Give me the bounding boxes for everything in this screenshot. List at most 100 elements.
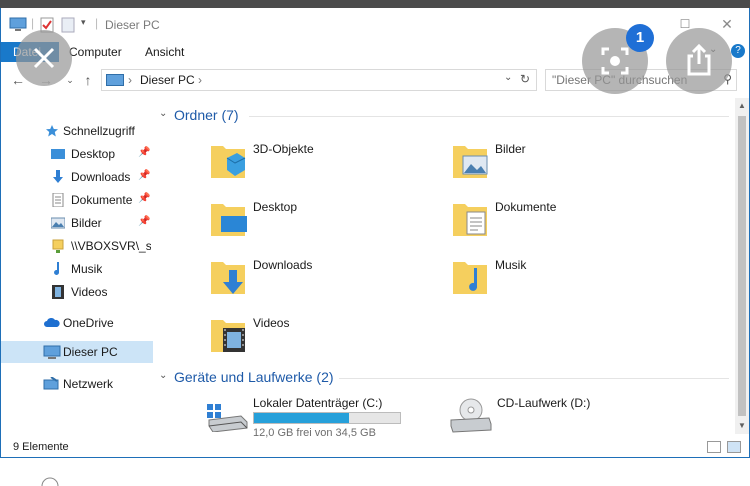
nav-item-dieser-pc[interactable]: Dieser PC — [1, 341, 153, 363]
nav-label: OneDrive — [63, 316, 114, 330]
nav-label: Downloads — [71, 170, 131, 184]
folder-dokumente[interactable]: Dokumente — [453, 198, 673, 248]
folder-bilder[interactable]: Bilder — [453, 140, 673, 190]
picture-icon — [51, 217, 65, 229]
nav-label: Bilder — [71, 216, 102, 230]
folder-videos[interactable]: Videos — [211, 314, 431, 364]
window-title: Dieser PC — [105, 18, 160, 32]
nav-label: Musik — [71, 262, 103, 276]
vertical-scrollbar[interactable]: ▲ ▼ — [735, 98, 749, 434]
desktop-folder-icon — [211, 204, 247, 236]
close-icon — [33, 47, 55, 69]
top-dark-strip — [0, 0, 750, 8]
drive-usage-fill — [254, 413, 350, 423]
collapse-folders-icon[interactable]: ⌄ — [159, 108, 167, 119]
videos-folder-icon — [211, 320, 245, 352]
section-header-drives[interactable]: Geräte und Laufwerke (2) — [174, 369, 334, 385]
folder-label: Desktop — [253, 200, 298, 214]
scroll-thumb[interactable] — [738, 116, 746, 416]
nav-item-desktop[interactable]: Desktop 📌 — [1, 143, 153, 165]
folder-label: 3D-Objekte — [253, 142, 314, 156]
title-separator: | — [31, 16, 35, 30]
breadcrumb-separator-icon[interactable]: › — [128, 73, 132, 87]
nav-label: \\VBOXSVR\_sh — [71, 239, 151, 253]
hard-drive-icon — [207, 404, 248, 432]
music-note-icon — [54, 262, 60, 275]
desktop-folder-icon — [51, 149, 65, 159]
breadcrumb-chevron-icon[interactable]: › — [198, 73, 202, 87]
pin-icon[interactable]: 📌 — [138, 216, 150, 227]
refresh-icon[interactable]: ↻ — [520, 72, 530, 86]
tab-ansicht[interactable]: Ansicht — [137, 42, 192, 62]
nav-label: Dokumente — [71, 193, 133, 207]
content-pane: ⌄ Ordner (7) 3D-Objekte Bilder Desktop D… — [153, 98, 735, 439]
folder-label: Musik — [495, 258, 527, 272]
section-header-folders[interactable]: Ordner (7) — [174, 107, 239, 123]
nav-item-vboxsvr[interactable]: \\VBOXSVR\_sh — [1, 235, 153, 257]
computer-icon — [43, 345, 61, 359]
downloads-folder-icon — [211, 262, 245, 294]
folder-downloads[interactable]: Downloads — [211, 256, 431, 306]
breadcrumb-dieser-pc[interactable]: Dieser PC — [140, 73, 195, 87]
nav-item-videos[interactable]: Videos — [1, 281, 153, 303]
pin-icon[interactable]: 📌 — [138, 170, 150, 181]
quick-access-dropdown-icon[interactable]: ▾ — [81, 17, 86, 28]
nav-label: Videos — [71, 285, 108, 299]
lens-search-icon — [601, 47, 629, 75]
details-view-icon[interactable] — [707, 441, 721, 453]
up-arrow-icon[interactable]: ↑ — [79, 70, 97, 90]
navigation-pane: Schnellzugriff Desktop 📌 Downloads 📌 Dok… — [1, 98, 153, 434]
nav-item-musik[interactable]: Musik — [1, 258, 153, 280]
pin-icon[interactable]: 📌 — [138, 147, 150, 158]
3d-objects-folder-icon — [211, 146, 246, 178]
documents-folder-icon — [453, 204, 487, 236]
folder-label: Downloads — [253, 258, 313, 272]
drive-label: Lokaler Datenträger (C:) — [253, 396, 383, 410]
computer-icon — [9, 17, 27, 31]
collapse-drives-icon[interactable]: ⌄ — [159, 370, 167, 381]
large-icons-view-icon[interactable] — [727, 441, 741, 453]
overlay-close-button[interactable] — [16, 30, 72, 86]
nav-item-netzwerk[interactable]: Netzwerk — [1, 373, 153, 395]
nav-label: Desktop — [71, 147, 116, 161]
drive-usage-bar — [253, 412, 401, 424]
nav-label: Netzwerk — [63, 377, 114, 391]
notification-badge: 1 — [626, 24, 654, 52]
nav-label: Dieser PC — [63, 345, 118, 359]
scroll-up-icon[interactable]: ▲ — [735, 98, 749, 114]
bottom-partial-icon — [41, 477, 59, 486]
title-separator-2: | — [95, 16, 99, 30]
nav-label: Schnellzugriff — [63, 124, 135, 138]
pin-icon[interactable]: 📌 — [138, 193, 150, 204]
nav-item-bilder[interactable]: Bilder 📌 — [1, 212, 153, 234]
address-bar[interactable]: › Dieser PC › ⌄ ↻ — [101, 69, 537, 91]
folder-musik[interactable]: Musik — [453, 256, 673, 306]
network-share-icon — [52, 239, 64, 253]
download-arrow-icon — [53, 170, 63, 183]
folder-desktop[interactable]: Desktop — [211, 198, 431, 248]
nav-item-onedrive[interactable]: OneDrive — [1, 312, 153, 334]
nav-item-schnellzugriff[interactable]: Schnellzugriff — [1, 120, 153, 142]
cloud-icon — [44, 317, 60, 327]
pictures-folder-icon — [453, 146, 488, 178]
help-icon[interactable]: ? — [731, 44, 745, 58]
item-count: 9 Elemente — [13, 441, 69, 453]
film-icon — [52, 285, 64, 299]
nav-item-downloads[interactable]: Downloads 📌 — [1, 166, 153, 188]
folder-label: Dokumente — [495, 200, 557, 214]
computer-icon — [106, 74, 124, 86]
folder-3d-objekte[interactable]: 3D-Objekte — [211, 140, 431, 190]
share-icon — [687, 44, 711, 76]
overlay-share-button[interactable] — [666, 28, 732, 94]
section-divider — [249, 116, 729, 117]
nav-item-dokumente[interactable]: Dokumente 📌 — [1, 189, 153, 211]
address-dropdown-icon[interactable]: ⌄ — [504, 72, 512, 83]
network-icon — [43, 377, 59, 390]
status-bar: 9 Elemente — [1, 436, 749, 458]
section-divider — [339, 378, 729, 379]
music-folder-icon — [453, 262, 487, 294]
drive-label: CD-Laufwerk (D:) — [497, 396, 591, 410]
close-window-button[interactable]: ✕ — [717, 14, 737, 34]
scroll-down-icon[interactable]: ▼ — [735, 418, 749, 434]
new-folder-icon[interactable] — [61, 17, 75, 33]
